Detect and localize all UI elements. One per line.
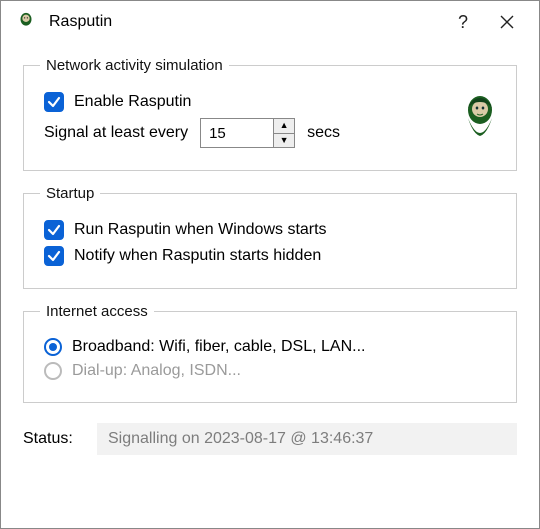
content-area: Network activity simulation Enable Raspu… [1,43,539,455]
notify-checkbox[interactable] [44,246,64,266]
app-icon [15,11,37,33]
group-network-legend: Network activity simulation [40,57,229,74]
notify-row: Notify when Rasputin starts hidden [40,246,500,266]
radio-dot-icon [49,343,57,351]
interval-row: Signal at least every ▲ ▼ secs [40,118,500,148]
status-row: Status: Signalling on 2023-08-17 @ 13:46… [23,423,517,455]
run-on-start-checkbox[interactable] [44,220,64,240]
enable-label: Enable Rasputin [74,93,191,111]
spinner-down[interactable]: ▼ [274,134,294,148]
broadband-radio[interactable] [44,338,62,356]
spinner-buttons: ▲ ▼ [273,119,294,147]
group-startup: Startup Run Rasputin when Windows starts… [23,185,517,289]
title-bar: Rasputin ? [1,1,539,43]
interval-suffix: secs [307,124,340,142]
dialup-radio [44,362,62,380]
close-button[interactable] [485,6,529,38]
broadband-row: Broadband: Wifi, fiber, cable, DSL, LAN.… [40,338,500,356]
interval-prefix: Signal at least every [44,124,188,142]
settings-window: Rasputin ? Network activity simulation E… [0,0,540,529]
group-startup-legend: Startup [40,185,100,202]
group-internet: Internet access Broadband: Wifi, fiber, … [23,303,517,403]
help-button[interactable]: ? [441,6,485,38]
rasputin-portrait-icon [460,94,500,146]
dialup-label: Dial-up: Analog, ISDN... [72,362,241,380]
interval-input[interactable] [201,119,273,147]
group-internet-legend: Internet access [40,303,154,320]
enable-row: Enable Rasputin [40,92,500,112]
broadband-label: Broadband: Wifi, fiber, cable, DSL, LAN.… [72,338,365,356]
spinner-up[interactable]: ▲ [274,119,294,134]
run-on-start-label: Run Rasputin when Windows starts [74,221,327,239]
enable-checkbox[interactable] [44,92,64,112]
window-title: Rasputin [49,13,441,31]
notify-label: Notify when Rasputin starts hidden [74,247,321,265]
status-label: Status: [23,430,97,448]
dialup-row: Dial-up: Analog, ISDN... [40,362,500,380]
run-on-start-row: Run Rasputin when Windows starts [40,220,500,240]
status-value: Signalling on 2023-08-17 @ 13:46:37 [97,423,517,455]
group-network: Network activity simulation Enable Raspu… [23,57,517,171]
interval-spinner: ▲ ▼ [200,118,295,148]
